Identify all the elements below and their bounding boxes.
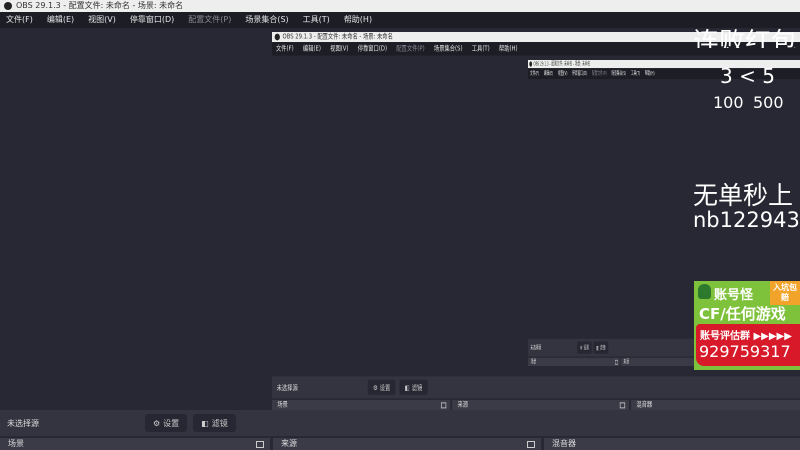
window-title: OBS 29.1.3 - 配置文件: 未命名 - 场景: 未命名 (16, 1, 184, 10)
no-source-label: 未选择源 (7, 418, 39, 428)
sources-dock-title: 来源 (623, 358, 629, 365)
sources-dock-title: 来源 (457, 400, 469, 409)
menu-help[interactable]: 帮助(H) (645, 68, 655, 79)
menu-help[interactable]: 帮助(H) (499, 42, 518, 55)
filters-button[interactable]: ◧ 滤镜 (399, 379, 428, 395)
obs-logo-icon (529, 61, 533, 67)
scenes-dock-title: 场景 (8, 439, 24, 448)
overlay-text-500: 500 (753, 93, 784, 112)
menu-scene-collection[interactable]: 场景集合(S) (611, 68, 626, 79)
dock-row: 场景 来源 混音器 (0, 438, 800, 450)
ad-number: 929759317 (699, 342, 791, 361)
settings-button[interactable]: ⚙ 设置 (367, 379, 396, 395)
menu-edit[interactable]: 编辑(E) (303, 42, 321, 55)
scenes-dock-title: 场景 (530, 358, 537, 365)
obs-logo-icon (274, 33, 280, 41)
title-bar: OBS 29.1.3 - 配置文件: 未命名 - 场景: 未命名 (0, 0, 800, 12)
mixer-dock-title: 混音器 (552, 439, 576, 448)
filters-button[interactable]: ◧ 滤镜 (593, 341, 609, 354)
ad-red-box: 账号评估群 ▶▶▶▶▶ 929759317 (696, 324, 800, 366)
mixer-dock: 混音器 (631, 399, 800, 410)
obs-logo-icon (4, 2, 12, 10)
menu-file[interactable]: 文件(F) (6, 12, 33, 28)
menu-bar: 文件(F) 编辑(E) 视图(V) 停靠窗口(D) 配置文件(P) 场景集合(S… (0, 12, 800, 28)
sources-dock: 来源 (452, 399, 630, 410)
settings-label: 设置 (583, 344, 589, 351)
undock-icon[interactable] (619, 402, 626, 409)
filter-icon: ◧ (201, 418, 209, 428)
menu-profile[interactable]: 配置文件(P) (188, 12, 231, 28)
menu-profile[interactable]: 配置文件(P) (396, 42, 424, 55)
filters-label: 滤镜 (411, 383, 423, 392)
no-source-label: 未选择源 (276, 383, 298, 392)
ad-games: CF/任何游戏 (699, 305, 786, 323)
menu-docks[interactable]: 停靠窗口(D) (358, 42, 387, 55)
overlay-text-promo: 无单秒上 (693, 181, 794, 210)
scenes-dock: 场景 (0, 438, 270, 450)
overlay-text-id: nb122943 (693, 208, 800, 232)
undock-icon[interactable] (440, 402, 447, 409)
menu-scene-collection[interactable]: 场景集合(S) (434, 42, 463, 55)
menu-profile[interactable]: 配置文件(P) (592, 68, 607, 79)
no-source-label: 未选择源 (530, 344, 542, 351)
gear-icon: ⚙ (153, 418, 161, 428)
menu-help[interactable]: 帮助(H) (344, 12, 372, 28)
filters-button[interactable]: ◧ 滤镜 (193, 414, 236, 432)
settings-button[interactable]: ⚙ 设置 (577, 341, 592, 354)
menu-file[interactable]: 文件(F) (530, 68, 539, 79)
source-toolbar: 未选择源 ⚙ 设置 ◧ 滤镜 (0, 410, 800, 436)
overlay-text-ratio: 3 < 5 (720, 64, 775, 88)
undock-icon[interactable] (256, 441, 264, 448)
sources-dock-title: 来源 (281, 439, 297, 448)
ad-brand: 账号怪 (714, 288, 754, 303)
undock-icon[interactable] (527, 441, 535, 448)
window-title: OBS 29.1.3 - 配置文件: 未命名 - 场景: 未命名 (533, 60, 591, 67)
filters-label: 滤镜 (599, 344, 606, 351)
sources-dock: 来源 (273, 438, 541, 450)
filter-icon: ◧ (404, 383, 410, 392)
scenes-dock-title: 场景 (277, 400, 288, 409)
settings-label: 设置 (379, 383, 391, 392)
overlay-text-red-packet: 连败红包 (693, 28, 798, 48)
scenes-dock: 场景 (272, 399, 451, 410)
undock-icon[interactable] (615, 359, 618, 365)
menu-tools[interactable]: 工具(T) (631, 68, 640, 79)
menu-view[interactable]: 视图(V) (330, 42, 348, 55)
menu-scene-collection[interactable]: 场景集合(S) (245, 12, 288, 28)
gear-icon: ⚙ (372, 383, 378, 392)
ad-badge: 入坑包赔 (770, 281, 800, 305)
menu-file[interactable]: 文件(F) (276, 42, 294, 55)
settings-button[interactable]: ⚙ 设置 (145, 414, 188, 432)
menu-tools[interactable]: 工具(T) (472, 42, 490, 55)
scenes-dock: 场景 (528, 357, 620, 366)
mixer-dock-title: 混音器 (636, 400, 653, 409)
mascot-icon (698, 284, 711, 299)
ad-banner: 入坑包赔 账号怪 CF/任何游戏 账号评估群 ▶▶▶▶▶ 929759317 (694, 281, 800, 370)
menu-view[interactable]: 视图(V) (558, 68, 567, 79)
mixer-dock: 混音器 (544, 438, 800, 450)
source-toolbar: 未选择源 ⚙ 设置 ◧ 滤镜 (272, 376, 800, 399)
filters-label: 滤镜 (211, 418, 228, 428)
overlay-text-100: 100 (713, 93, 744, 112)
menu-tools[interactable]: 工具(T) (303, 12, 330, 28)
menu-edit[interactable]: 编辑(E) (544, 68, 553, 79)
window-title: OBS 29.1.3 - 配置文件: 未命名 - 场景: 未命名 (282, 32, 393, 41)
settings-label: 设置 (163, 418, 180, 428)
menu-docks[interactable]: 停靠窗口(D) (130, 12, 174, 28)
filter-icon: ◧ (596, 344, 599, 351)
menu-view[interactable]: 视图(V) (88, 12, 116, 28)
dock-row: 场景 来源 混音器 (272, 399, 800, 410)
menu-edit[interactable]: 编辑(E) (47, 12, 74, 28)
menu-docks[interactable]: 停靠窗口(D) (572, 68, 587, 79)
ad-group: 账号评估群 ▶▶▶▶▶ (700, 331, 792, 342)
gear-icon: ⚙ (580, 344, 583, 351)
